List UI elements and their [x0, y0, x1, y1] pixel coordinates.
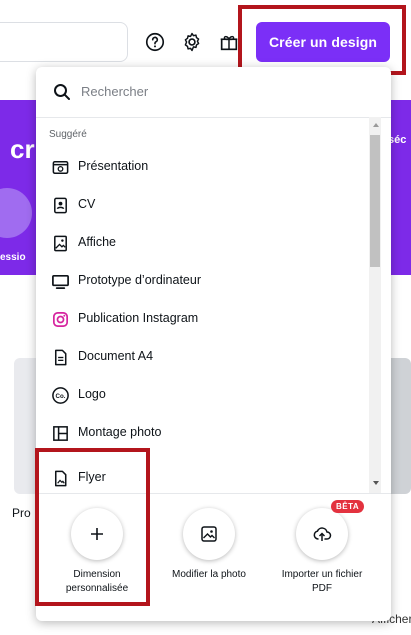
menu-item-label: Document A4: [78, 349, 154, 363]
hero-subtitle: essio: [0, 252, 26, 263]
document-icon: [50, 347, 70, 367]
menu-item-label: Publication Instagram: [78, 311, 199, 325]
menu-item-desktop-prototype[interactable]: Prototype d’ordinateur: [36, 262, 366, 300]
menu-item-label: Montage photo: [78, 425, 162, 439]
resume-icon: [50, 195, 70, 215]
menu-item-label: CV: [78, 197, 96, 211]
menu-item-label: Prototype d’ordinateur: [78, 273, 201, 287]
background-card-label: Pro: [12, 506, 31, 520]
settings-icon[interactable]: [180, 30, 204, 54]
section-label-suggested: Suggéré: [49, 129, 87, 140]
edit-photo-icon[interactable]: [183, 508, 235, 560]
menu-item-cv[interactable]: CV: [36, 186, 366, 224]
highlight-custom-size: [35, 448, 150, 606]
presentation-icon: [50, 157, 70, 177]
divider: [36, 117, 391, 118]
help-icon[interactable]: [143, 30, 167, 54]
quick-action-label: Importer un fichier PDF: [281, 569, 363, 594]
menu-item-instagram-post[interactable]: Publication Instagram: [36, 300, 366, 338]
menu-item-presentation[interactable]: Présentation: [36, 148, 366, 186]
hero-title: cr: [10, 134, 35, 164]
header-search-input[interactable]: [0, 22, 128, 62]
logo-icon: Co.: [50, 385, 70, 405]
menu-item-photo-collage[interactable]: Montage photo: [36, 414, 366, 452]
desktop-icon: [50, 271, 70, 291]
menu-item-label: Présentation: [78, 159, 149, 173]
beta-badge: BÊTA: [331, 500, 365, 513]
menu-item-a4-document[interactable]: Document A4: [36, 338, 366, 376]
scroll-up-arrow-icon[interactable]: [373, 123, 379, 127]
quick-action-label: Modifier la photo: [172, 569, 246, 580]
search-icon: [52, 82, 72, 102]
menu-item-logo[interactable]: Co. Logo: [36, 376, 366, 414]
background-card-right[interactable]: [390, 358, 411, 494]
poster-icon: [50, 233, 70, 253]
search-placeholder: Rechercher: [81, 84, 149, 99]
scrollbar-thumb[interactable]: [370, 135, 380, 267]
scroll-down-arrow-icon[interactable]: [373, 481, 379, 485]
menu-item-poster[interactable]: Affiche: [36, 224, 366, 262]
highlight-create-button: [238, 5, 406, 75]
menu-item-label: Logo: [78, 387, 106, 401]
cloud-upload-icon[interactable]: [296, 508, 348, 560]
instagram-icon: [50, 309, 70, 329]
design-search-field[interactable]: Rechercher: [36, 67, 391, 117]
svg-text:Co.: Co.: [55, 392, 65, 399]
collage-icon: [50, 423, 70, 443]
menu-item-label: Affiche: [78, 235, 116, 249]
